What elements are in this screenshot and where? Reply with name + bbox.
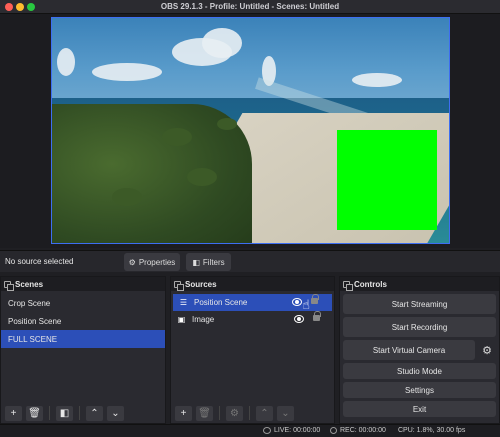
properties-label: Properties	[138, 257, 176, 267]
scenes-dock: Scenes Crop Scene Position Scene FULL SC…	[0, 276, 166, 424]
green-color-source[interactable]	[337, 130, 437, 230]
source-toolbar: No source selected ⚙ Properties ◧ Filter…	[0, 250, 500, 272]
start-virtual-camera-button[interactable]: Start Virtual Camera	[343, 340, 475, 360]
scene-label: Crop Scene	[8, 298, 51, 308]
properties-button[interactable]: ⚙ Properties	[124, 253, 180, 271]
source-properties-button[interactable]: ⚙	[226, 405, 243, 421]
add-source-button[interactable]: +	[175, 405, 192, 421]
toolbar-divider	[249, 406, 250, 420]
status-bar: LIVE: 00:00:00 REC: 00:00:00 CPU: 1.8%, …	[0, 424, 500, 437]
gear-icon: ⚙	[482, 344, 492, 357]
scenes-toolbar: + 🗑 ◧ ⌃ ⌄	[1, 403, 165, 423]
rec-status: REC: 00:00:00	[330, 427, 386, 434]
controls-dock: Controls Start Streaming Start Recording…	[339, 276, 500, 424]
scenes-title: Scenes	[15, 279, 44, 289]
move-scene-down-button[interactable]: ⌄	[107, 405, 124, 421]
palm-tree	[162, 128, 192, 146]
settings-button[interactable]: Settings	[343, 382, 496, 398]
scenes-list: Crop Scene Position Scene FULL SCENE	[1, 291, 165, 348]
cloud	[352, 73, 402, 87]
trash-icon: 🗑	[198, 407, 211, 419]
dock-float-icon[interactable]	[343, 280, 353, 291]
chevron-up-icon: ⌃	[90, 407, 99, 419]
sources-title: Sources	[185, 279, 217, 289]
chevron-up-icon: ⌃	[260, 407, 269, 419]
toolbar-divider	[49, 406, 50, 420]
gear-icon: ⚙	[230, 407, 239, 419]
plus-icon: +	[10, 407, 17, 419]
live-status: LIVE: 00:00:00	[263, 427, 320, 434]
visibility-eye-icon[interactable]	[294, 315, 304, 323]
scene-label: Position Scene	[8, 316, 62, 326]
scene-filters-button[interactable]: ◧	[56, 405, 73, 421]
selected-source-label: No source selected	[5, 257, 74, 266]
scene-list-icon: ☰	[179, 298, 188, 307]
cloud	[92, 63, 162, 81]
palm-tree	[217, 118, 237, 130]
remove-source-button[interactable]: 🗑	[196, 405, 213, 421]
rec-timer: REC: 00:00:00	[340, 427, 386, 434]
controls-body: Start Streaming Start Recording Start Vi…	[340, 291, 499, 420]
source-label: Image	[192, 315, 215, 324]
start-recording-button[interactable]: Start Recording	[343, 317, 496, 337]
scene-item[interactable]: Crop Scene	[1, 294, 165, 312]
source-item[interactable]: ▣ Image	[171, 311, 334, 328]
window-title: OBS 29.1.3 - Profile: Untitled - Scenes:…	[160, 2, 340, 11]
cloud	[202, 28, 242, 58]
chevron-down-icon: ⌄	[111, 407, 120, 419]
scenes-dock-header: Scenes	[1, 277, 165, 291]
filter-icon: ◧	[192, 257, 200, 267]
trash-icon: 🗑	[28, 407, 41, 419]
lock-icon[interactable]	[313, 311, 321, 321]
virtual-camera-settings-button[interactable]: ⚙	[478, 340, 496, 360]
virtual-camera-row: Start Virtual Camera ⚙	[343, 340, 496, 360]
controls-dock-header: Controls	[340, 277, 499, 291]
lock-icon[interactable]	[311, 294, 319, 304]
scene-label: FULL SCENE	[8, 334, 58, 344]
sources-toolbar: + 🗑 ⚙ ⌃ ⌄	[171, 403, 334, 423]
plus-icon: +	[180, 407, 187, 419]
palm-tree	[112, 188, 142, 206]
cpu-readout: CPU: 1.8%, 30.00 fps	[398, 427, 466, 434]
remove-scene-button[interactable]: 🗑	[26, 405, 43, 421]
title-bar: OBS 29.1.3 - Profile: Untitled - Scenes:…	[0, 0, 500, 14]
move-scene-up-button[interactable]: ⌃	[86, 405, 103, 421]
broadcast-icon	[263, 427, 271, 434]
live-timer: LIVE: 00:00:00	[274, 427, 321, 434]
cpu-status: CPU: 1.8%, 30.00 fps	[398, 427, 465, 434]
toolbar-divider	[219, 406, 220, 420]
start-streaming-button[interactable]: Start Streaming	[343, 294, 496, 314]
filter-icon: ◧	[59, 407, 70, 419]
chevron-down-icon: ⌄	[281, 407, 290, 419]
scene-item[interactable]: Position Scene	[1, 312, 165, 330]
filters-button[interactable]: ◧ Filters	[186, 253, 231, 271]
exit-button[interactable]: Exit	[343, 401, 496, 417]
add-scene-button[interactable]: +	[5, 405, 22, 421]
preview-area	[0, 14, 500, 248]
sources-dock: Sources ☰ Position Scene ☝ ▣ Image + 🗑 ⚙…	[170, 276, 335, 424]
palm-tree	[187, 168, 217, 186]
studio-mode-button[interactable]: Studio Mode	[343, 363, 496, 379]
image-icon: ▣	[177, 315, 186, 324]
gear-icon: ⚙	[128, 257, 136, 267]
dock-float-icon[interactable]	[4, 280, 14, 291]
toolbar-divider	[79, 406, 80, 420]
controls-title: Controls	[354, 279, 387, 289]
sources-dock-header: Sources	[171, 277, 334, 291]
sources-list: ☰ Position Scene ☝ ▣ Image	[171, 291, 334, 328]
move-source-up-button[interactable]: ⌃	[256, 405, 273, 421]
source-item-selected[interactable]: ☰ Position Scene ☝	[173, 294, 332, 311]
visibility-eye-icon[interactable]	[292, 298, 302, 306]
scene-preview[interactable]	[51, 17, 450, 244]
filters-label: Filters	[202, 257, 225, 267]
hand-pointer-icon: ☝	[302, 297, 310, 312]
dock-float-icon[interactable]	[174, 280, 184, 291]
record-icon	[330, 427, 337, 434]
scene-item-selected[interactable]: FULL SCENE	[1, 330, 165, 348]
cloud	[57, 48, 75, 76]
move-source-down-button[interactable]: ⌄	[277, 405, 294, 421]
source-label: Position Scene	[194, 298, 248, 307]
